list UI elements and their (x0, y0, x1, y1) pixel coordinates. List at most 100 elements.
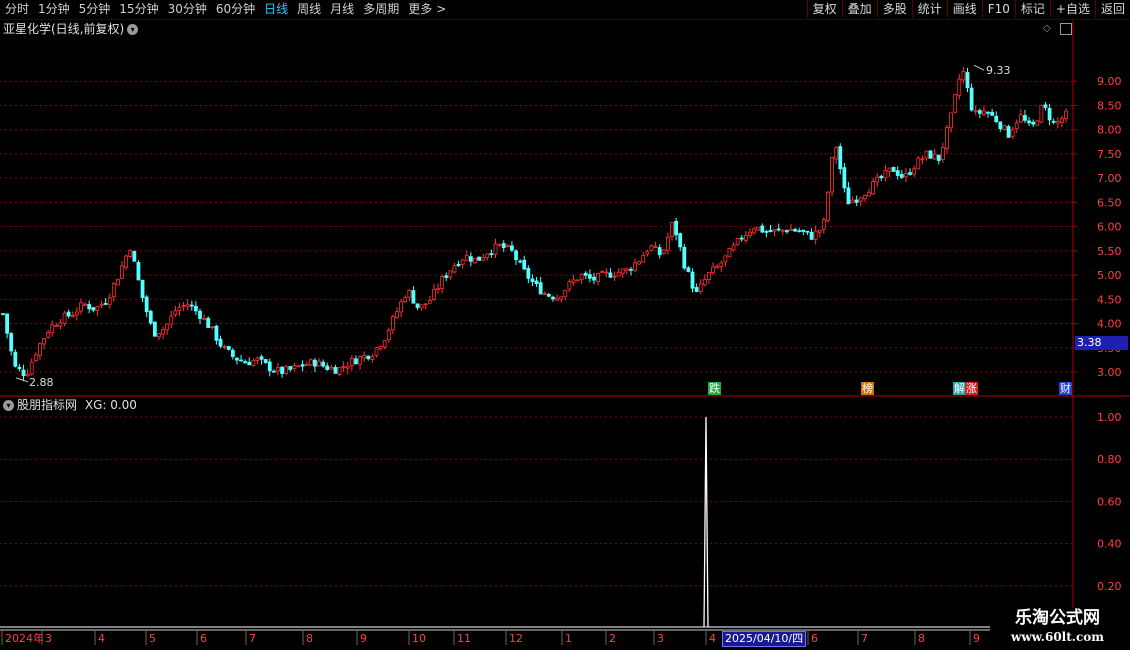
candle-body (407, 289, 412, 298)
candle-body (887, 167, 892, 173)
candle-body (1, 313, 5, 316)
candle-body (50, 324, 55, 334)
candle-body (132, 251, 137, 262)
candle-body (731, 244, 736, 251)
candle-body (748, 231, 752, 236)
candle-body (391, 316, 395, 331)
candle-body (464, 254, 469, 261)
event-badge-finance[interactable]: 财 (1059, 382, 1072, 395)
candle-body (555, 297, 559, 301)
candle-body (916, 157, 921, 170)
candle-body (169, 315, 174, 325)
candle-body (633, 262, 637, 271)
candle-body (830, 157, 834, 193)
candle-body (1027, 120, 1031, 124)
y-tick-label-9: 4.50 (1097, 293, 1122, 306)
candle-body (653, 246, 658, 248)
candle-body (399, 301, 404, 313)
indicator-dropdown-icon[interactable]: ▾ (3, 400, 14, 411)
candle-body (977, 110, 982, 114)
candle-body (485, 253, 490, 258)
indicator-tick-label-2: 0.60 (1097, 495, 1122, 508)
candle-body (337, 367, 342, 375)
candle-body (103, 303, 108, 305)
candle-body (801, 229, 806, 232)
candle-body (456, 263, 461, 266)
candle-body (616, 271, 621, 277)
x-tick-label-19: 9 (973, 632, 980, 645)
candle-body (468, 256, 473, 262)
candle-body (641, 255, 646, 263)
candle-body (604, 271, 609, 274)
candle-body (542, 293, 547, 296)
candle-body (1055, 120, 1060, 124)
dropdown-circle-icon[interactable]: ▾ (127, 24, 139, 35)
candle-body (940, 147, 945, 161)
panel-toggle-icon[interactable] (1060, 23, 1072, 35)
candle-body (206, 317, 211, 328)
x-tick-label-14: 4 (709, 632, 716, 645)
candle-body (776, 228, 781, 231)
watermark-title: 乐淘公式网 (1015, 608, 1100, 628)
candle-body (440, 276, 445, 290)
candle-body (953, 94, 958, 113)
candle-body (707, 271, 711, 280)
candle-body (230, 349, 235, 357)
event-badge-fall[interactable]: 跌 (708, 382, 721, 395)
high-marker-line (973, 64, 985, 71)
candle-body (66, 311, 71, 317)
y-tick-label-5: 6.50 (1097, 196, 1122, 209)
candle-body (649, 245, 654, 252)
candle-body (267, 361, 272, 372)
candle-body (300, 364, 305, 367)
candle-body (817, 229, 822, 233)
event-badge-rise[interactable]: 涨 (965, 382, 978, 395)
indicator-value: XG: 0.00 (84, 398, 137, 412)
candle-body (965, 72, 970, 89)
candle-body (173, 310, 178, 316)
event-badge-rank[interactable]: 榜 (861, 382, 874, 395)
candle-body (957, 78, 962, 96)
y-tick-label-7: 5.50 (1097, 245, 1122, 258)
candle-body (189, 304, 194, 307)
candle-body (83, 303, 87, 306)
candle-body (239, 359, 243, 362)
candle-body (571, 279, 576, 284)
indicator-panel-header: ▾ 股朋指标网 XG: 0.00 (3, 397, 137, 413)
candle-body (292, 365, 297, 370)
candle-body (961, 70, 966, 81)
candle-body (1006, 126, 1011, 138)
indicator-title[interactable]: 股朋指标网 (17, 398, 77, 412)
candle-body (185, 304, 190, 308)
candle-body (259, 356, 264, 360)
candle-body (452, 265, 457, 273)
watermark-url: www.60lt.com (1011, 630, 1104, 644)
candle-body (497, 243, 502, 246)
candle-body (994, 115, 999, 123)
y-tick-label-10: 4.00 (1097, 318, 1122, 331)
candle-body (867, 192, 871, 197)
candle-body (715, 265, 720, 269)
x-tick-label-12: 2 (609, 632, 616, 645)
candle-body (128, 249, 133, 257)
candle-body (764, 231, 769, 233)
candle-body (79, 302, 83, 312)
candle-body (546, 293, 551, 297)
candle-body (87, 304, 92, 310)
candle-body (871, 181, 876, 195)
candle-body (842, 167, 847, 189)
candle-body (793, 228, 798, 232)
candle-body (38, 343, 42, 356)
kline-chart-surface[interactable]: 9.00 8.50 8.00 7.50 7.00 6.50 6.00 5.50 5.00 4.50… (0, 0, 1130, 650)
diamond-icon[interactable]: ◇ (1043, 23, 1051, 34)
candle-body (177, 307, 182, 311)
candle-body (752, 228, 756, 234)
stock-title[interactable]: 亚星化学(日线,前复权) (3, 22, 124, 36)
candle-body (858, 197, 863, 202)
y-tick-label-3: 7.50 (1097, 148, 1122, 161)
candle-body (772, 229, 777, 232)
candle-body (904, 172, 908, 178)
x-tick-label-2: 4 (98, 632, 105, 645)
candle-body (879, 175, 884, 179)
candle-body (317, 360, 321, 367)
